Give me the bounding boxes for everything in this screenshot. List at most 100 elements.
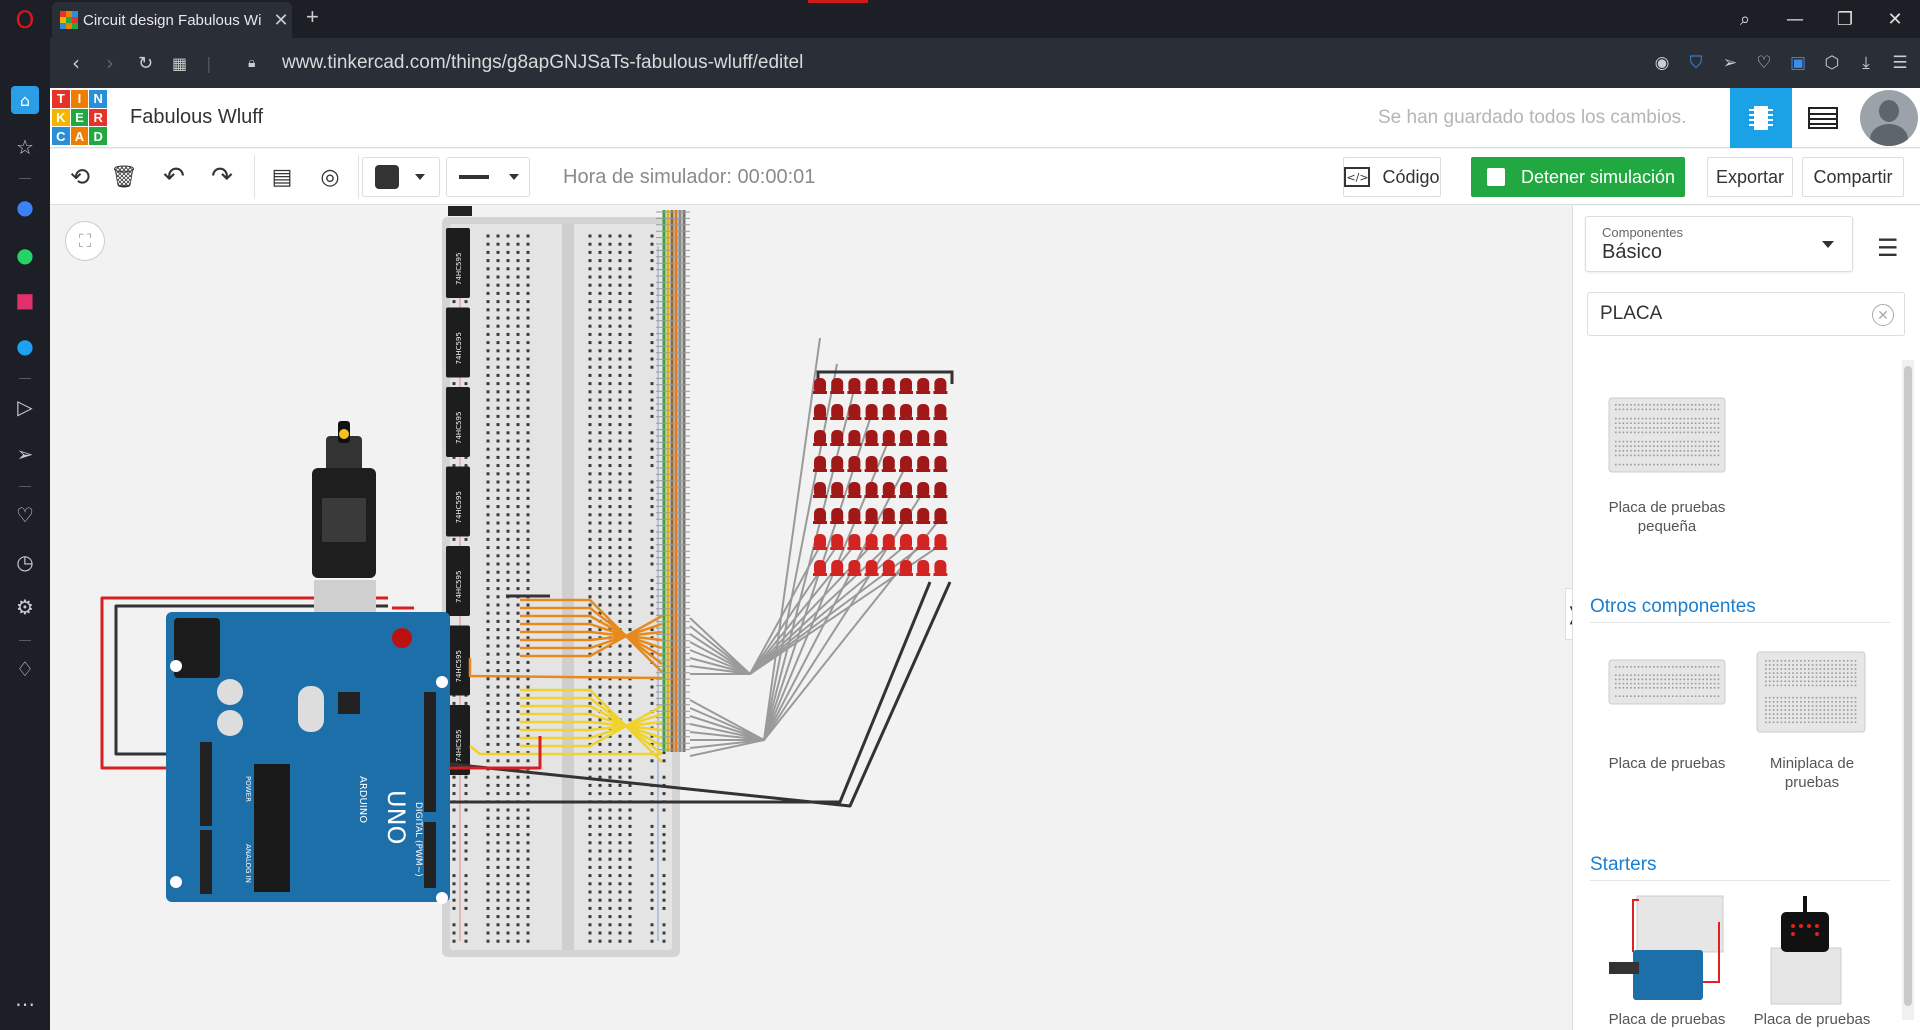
bulb-icon[interactable]: ♢: [11, 655, 39, 683]
window-controls: ⌕ — ❐ ✕: [1720, 0, 1920, 38]
breadboard-item[interactable]: Placa de pruebas: [1602, 754, 1732, 773]
share-button[interactable]: Compartir: [1802, 157, 1904, 197]
chip-label: 74HC595: [455, 491, 463, 523]
delete-icon[interactable]: 🗑︎: [104, 157, 144, 197]
history-icon[interactable]: ◷: [11, 548, 39, 576]
more-icon[interactable]: ⋯: [11, 990, 39, 1018]
project-name[interactable]: Fabulous Wluff: [130, 106, 263, 129]
tabs-grid-icon[interactable]: ▦: [172, 38, 187, 88]
small-breadboard-item[interactable]: Placa de pruebas pequeña: [1602, 498, 1732, 536]
messenger-icon[interactable]: ●: [11, 193, 39, 221]
translate-icon[interactable]: ▣: [1788, 53, 1808, 73]
new-tab-icon[interactable]: +: [306, 4, 319, 30]
list-icon[interactable]: ☰: [1877, 234, 1899, 262]
forward-icon[interactable]: ›: [106, 38, 114, 88]
wire: [689, 363, 838, 741]
starter-microbit-thumb[interactable]: [1759, 892, 1859, 1008]
color-swatch: [375, 165, 399, 189]
instagram-icon[interactable]: ■: [11, 286, 39, 314]
chip-top: [448, 206, 472, 216]
clear-search-icon[interactable]: ✕: [1872, 304, 1894, 326]
breadboard[interactable]: [442, 217, 680, 957]
tab-close-icon[interactable]: ✕: [270, 10, 292, 31]
board-brand-label: ARDUINO: [357, 776, 368, 823]
panel-scrollbar-thumb[interactable]: [1904, 366, 1912, 1006]
starter-item-2[interactable]: Placa de pruebas: [1747, 1010, 1877, 1029]
chip-label: 74HC595: [455, 332, 463, 364]
camera-icon[interactable]: ◉: [1652, 53, 1672, 73]
browser-tab[interactable]: Circuit design Fabulous Wi ✕: [52, 2, 292, 38]
tinkercad-logo[interactable]: TIN KER CAD: [52, 90, 107, 145]
notes-icon[interactable]: ▤: [262, 157, 302, 197]
shield-icon[interactable]: ⛉: [1686, 53, 1706, 73]
twitter-icon[interactable]: ●: [11, 332, 39, 360]
minimize-icon[interactable]: —: [1770, 0, 1820, 38]
stop-simulation-label: Detener simulación: [1521, 166, 1676, 187]
wire-style-icon: [459, 175, 489, 179]
digital-header-label: DIGITAL (PWM~): [413, 802, 423, 877]
list-view-icon: [1808, 107, 1838, 129]
chip-label: 74HC595: [455, 253, 463, 285]
wire-type-dropdown[interactable]: [446, 157, 530, 197]
save-status: Se han guardado todos los cambios.: [1378, 107, 1687, 128]
bookmarks-icon[interactable]: ☆: [11, 133, 39, 161]
components-dropdown[interactable]: Componentes Básico: [1585, 216, 1853, 272]
stop-simulation-button[interactable]: Detener simulación: [1471, 157, 1685, 197]
logo-letter: E: [70, 108, 89, 127]
breadboard-thumb[interactable]: [1607, 658, 1727, 706]
schematic-list-button[interactable]: [1792, 88, 1854, 148]
close-window-icon[interactable]: ✕: [1870, 0, 1920, 38]
mini-breadboard-thumb[interactable]: [1755, 650, 1867, 734]
hide-icon[interactable]: ◎: [310, 157, 350, 197]
menu-icon[interactable]: ☰: [1890, 53, 1910, 73]
home-icon[interactable]: ⌂: [11, 86, 39, 114]
stop-icon: [1487, 168, 1505, 186]
app-header: TIN KER CAD Fabulous Wluff Se han guardado…: [50, 88, 1920, 148]
starter-arduino-thumb[interactable]: [1599, 892, 1729, 1008]
reload-icon[interactable]: ↻: [138, 38, 153, 88]
rotate-icon[interactable]: ⟲: [60, 157, 100, 197]
led-matrix[interactable]: [813, 370, 954, 576]
undo-icon[interactable]: ↶: [154, 157, 194, 197]
send-icon[interactable]: ➢: [11, 440, 39, 468]
mini-breadboard-item[interactable]: Miniplaca de pruebas: [1747, 754, 1877, 792]
chip-icon: [1749, 106, 1773, 130]
power-header-label: POWER: [244, 776, 252, 802]
tab-indicator: [808, 0, 868, 3]
color-dropdown[interactable]: [362, 157, 440, 197]
circuit-drawing[interactable]: 74HC595 74HC595 74HC595 74HC595 74HC595 74HC5…: [50, 206, 1572, 1030]
download-icon[interactable]: ⤓: [1856, 53, 1876, 73]
lock-icon: 🔒︎: [248, 55, 256, 71]
search-value: PLACA: [1600, 303, 1663, 324]
section-starters: Starters: [1590, 854, 1657, 875]
code-button[interactable]: </> Código: [1343, 157, 1441, 197]
tab-title: Circuit design Fabulous Wi: [83, 11, 262, 29]
settings-icon[interactable]: ⚙: [11, 593, 39, 621]
url-field[interactable]: www.tinkercad.com/things/g8apGNJSaTs-fab…: [282, 52, 803, 74]
back-icon[interactable]: ‹: [72, 38, 80, 88]
circuit-view-button[interactable]: [1730, 88, 1792, 148]
heart-icon[interactable]: ♡: [1754, 53, 1774, 73]
user-avatar[interactable]: [1860, 90, 1918, 146]
whatsapp-icon[interactable]: ●: [11, 241, 39, 269]
browser-sidebar: O ⌂ ☆ ● ● ■ ● ▷ ➢ ♡ ◷ ⚙ ♢ ⋯: [0, 0, 50, 1030]
board-model-label: UNO: [382, 790, 410, 844]
search-input[interactable]: PLACA ✕: [1587, 292, 1905, 336]
player-icon[interactable]: ▷: [11, 393, 39, 421]
search-icon[interactable]: ⌕: [1720, 0, 1770, 38]
redo-icon[interactable]: ↷: [202, 157, 242, 197]
heart-icon[interactable]: ♡: [11, 501, 39, 529]
starter-item-1[interactable]: Placa de pruebas: [1602, 1010, 1732, 1029]
export-button[interactable]: Exportar: [1707, 157, 1793, 197]
restore-icon[interactable]: ❐: [1820, 0, 1870, 38]
logo-letter: D: [89, 127, 107, 145]
chip-label: 74HC595: [455, 650, 463, 682]
small-breadboard-thumb[interactable]: [1607, 396, 1727, 474]
workplane[interactable]: ⛶ 74HC595 74HC595 74HC595 74HC595 74HC595 74H…: [50, 206, 1572, 1030]
address-bar: ‹ › ↻ ▦ | 🔒︎ www.tinkercad.com/things/g8…: [50, 38, 1920, 88]
cube-icon[interactable]: ⬡: [1822, 53, 1842, 73]
arduino-board[interactable]: UNO ARDUINO DIGITAL (PWM~) POWER ANALOG …: [166, 421, 450, 904]
send-icon[interactable]: ➢: [1720, 53, 1740, 73]
opera-logo-icon[interactable]: O: [11, 6, 39, 34]
chevron-down-icon: [509, 174, 519, 180]
